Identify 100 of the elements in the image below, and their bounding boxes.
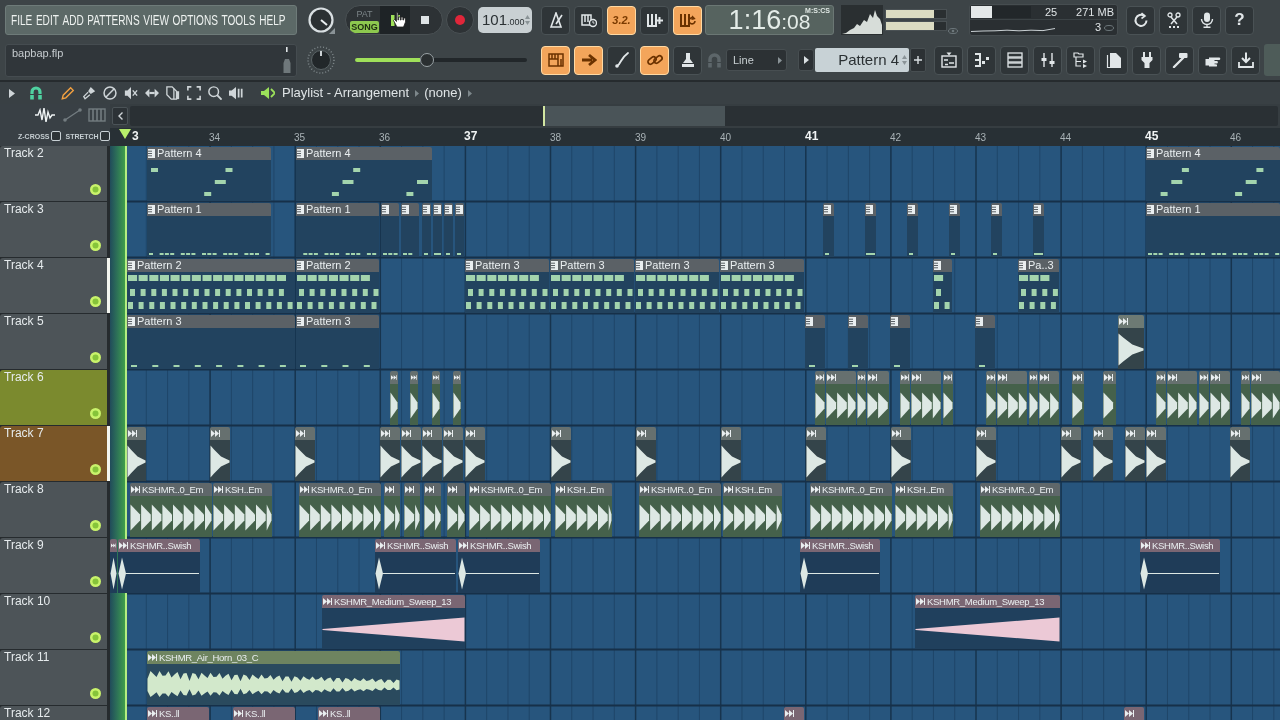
stretch-line-icon[interactable] xyxy=(63,108,82,122)
toolbar-button[interactable] xyxy=(1165,45,1194,75)
toolbar-button[interactable] xyxy=(1198,45,1227,75)
pattern-clip[interactable] xyxy=(455,203,464,257)
status-dot-icon[interactable] xyxy=(90,352,101,363)
speaker-icon[interactable] xyxy=(261,86,275,100)
menu-item[interactable]: HELP xyxy=(259,12,286,28)
audio-clip[interactable] xyxy=(443,427,463,481)
audio-clip[interactable] xyxy=(210,427,230,481)
audio-clip[interactable] xyxy=(1093,427,1113,481)
pattern-clip[interactable]: Pattern 3 xyxy=(465,259,549,313)
audio-clip[interactable]: KSHMR..0_Em xyxy=(810,483,892,537)
track-header[interactable]: Track 5 xyxy=(0,314,107,369)
pattern-clip[interactable] xyxy=(865,203,876,257)
audio-clip[interactable] xyxy=(1039,371,1059,425)
audio-clip[interactable] xyxy=(1167,371,1197,425)
snap-dropdown[interactable]: Line xyxy=(726,49,787,71)
audio-clip[interactable] xyxy=(1146,427,1166,481)
audio-clip[interactable]: KSHMR..Swish xyxy=(118,539,200,593)
pattern-menu-button[interactable] xyxy=(798,49,814,71)
pattern-clip[interactable]: Pa..3 xyxy=(1018,259,1059,313)
audio-clip[interactable] xyxy=(424,483,441,537)
audio-clip[interactable] xyxy=(997,371,1027,425)
pattern-clip[interactable]: Pattern 1 xyxy=(1146,203,1280,257)
checkbox[interactable] xyxy=(99,131,110,141)
pattern-clip[interactable] xyxy=(907,203,918,257)
track-header[interactable]: Track 7 xyxy=(0,426,107,481)
pattern-selector[interactable]: Pattern 4 xyxy=(815,48,909,72)
paint-brush-icon[interactable] xyxy=(82,86,96,100)
pattern-clip[interactable]: Pattern 3 xyxy=(296,315,379,369)
audio-clip[interactable] xyxy=(1199,371,1209,425)
pattern-clip[interactable] xyxy=(805,315,825,369)
audio-clip[interactable] xyxy=(891,427,911,481)
pattern-clip[interactable]: Pattern 4 xyxy=(147,147,271,201)
track-header[interactable]: Track 3 xyxy=(0,202,107,257)
waveform-icon[interactable] xyxy=(35,108,55,122)
toolbar-button[interactable] xyxy=(1000,45,1029,75)
toolbar-button[interactable] xyxy=(934,45,963,75)
pattern-clip[interactable]: Pattern 3 xyxy=(550,259,634,313)
slider-thumb[interactable] xyxy=(420,53,435,67)
audio-clip[interactable]: KSHMR..0_Em xyxy=(639,483,721,537)
pattern-clip[interactable] xyxy=(433,203,442,257)
status-dot-icon[interactable] xyxy=(90,296,101,307)
audio-clip[interactable]: KSHMR..0_Em xyxy=(130,483,212,537)
toolbar-button[interactable] xyxy=(1099,45,1128,75)
audio-clip[interactable] xyxy=(806,427,826,481)
status-dot-icon[interactable] xyxy=(90,632,101,643)
track-header[interactable]: Track 6 xyxy=(0,370,107,425)
menu-item[interactable]: ADD xyxy=(62,12,84,28)
audio-clip[interactable]: KSH..Em xyxy=(895,483,953,537)
status-dot-icon[interactable] xyxy=(90,464,101,475)
audio-clip[interactable] xyxy=(943,371,953,425)
pattern-clip[interactable]: Pattern 1 xyxy=(296,203,379,257)
toggle-button[interactable]: 3.2. xyxy=(607,5,636,35)
checkbox[interactable] xyxy=(50,131,61,141)
audio-clip[interactable] xyxy=(857,371,866,425)
audio-clip[interactable] xyxy=(127,427,146,481)
track-header[interactable]: Track 10 xyxy=(0,594,107,649)
audio-clip[interactable] xyxy=(986,371,996,425)
audio-clip[interactable]: KSHMR_Medium_Sweep_13 xyxy=(915,595,1060,649)
audio-clip[interactable]: KSHMR..Swish xyxy=(800,539,880,593)
magnet-icon[interactable] xyxy=(29,86,43,100)
audio-clip[interactable]: KSH..Em xyxy=(723,483,782,537)
audio-clip[interactable]: KSHMR..0_Em xyxy=(469,483,551,537)
pattern-clip[interactable] xyxy=(975,315,995,369)
track-header[interactable]: Track 11 xyxy=(0,650,107,705)
audio-clip[interactable]: KSHMR..Swish xyxy=(375,539,456,593)
audio-clip[interactable] xyxy=(976,427,996,481)
toolbar-button[interactable] xyxy=(967,45,996,75)
audio-clip[interactable] xyxy=(380,427,400,481)
add-pattern-button[interactable] xyxy=(910,48,926,72)
pattern-clip[interactable]: Pattern 2 xyxy=(296,259,379,313)
toolbar-button[interactable] xyxy=(1231,45,1260,75)
audio-clip[interactable] xyxy=(826,371,856,425)
audio-clip[interactable]: KS..ll xyxy=(147,707,209,720)
toolbar-button[interactable] xyxy=(1033,45,1062,75)
audio-clip[interactable]: KSHMR..0_Em xyxy=(299,483,381,537)
pattern-clip[interactable]: Pattern 2 xyxy=(127,259,295,313)
pattern-clip[interactable] xyxy=(422,203,431,257)
audio-clip[interactable] xyxy=(1230,427,1250,481)
menu-item[interactable]: FILE xyxy=(11,12,33,28)
audio-clip[interactable] xyxy=(867,371,889,425)
pattern-clip[interactable] xyxy=(381,203,399,257)
triangle-right-icon[interactable] xyxy=(9,88,15,98)
audio-clip[interactable] xyxy=(401,427,421,481)
status-dot-icon[interactable] xyxy=(90,688,101,699)
audio-clip[interactable] xyxy=(410,371,418,425)
audio-clip[interactable] xyxy=(551,427,571,481)
prohibited-icon[interactable] xyxy=(103,86,117,100)
pattern-clip[interactable]: Pattern 3 xyxy=(635,259,719,313)
audio-clip[interactable]: KSHMR..0_Em xyxy=(980,483,1060,537)
menu-item[interactable]: OPTIONS xyxy=(172,12,218,28)
audio-clip[interactable] xyxy=(110,539,117,593)
pattern-clip[interactable]: Pattern 1 xyxy=(147,203,271,257)
pattern-clip[interactable] xyxy=(1033,203,1044,257)
audio-clip[interactable] xyxy=(453,371,461,425)
audio-clip[interactable]: KS..ll xyxy=(318,707,380,720)
pattern-clip[interactable] xyxy=(991,203,1002,257)
track-header[interactable]: Track 4 xyxy=(0,258,107,313)
pattern-clip[interactable]: Pattern 4 xyxy=(296,147,432,201)
